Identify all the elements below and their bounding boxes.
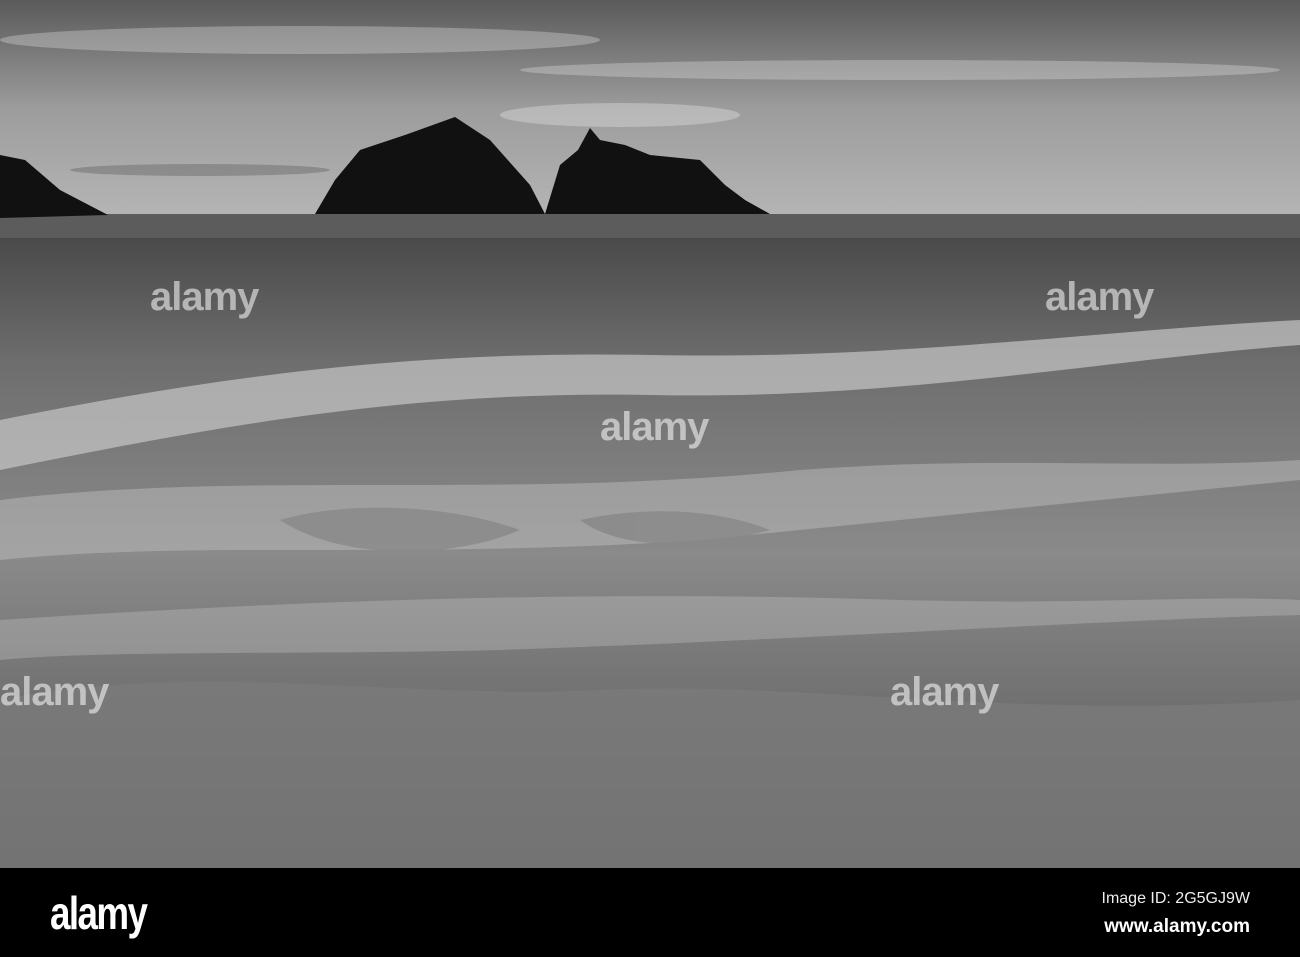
alamy-logo: alamy [50, 887, 148, 939]
image-id: Image ID: 2G5GJ9W [1101, 890, 1251, 907]
site-url: www.alamy.com [1104, 916, 1250, 937]
watermark-overlay: alamy [150, 275, 259, 319]
watermark-overlay: alamy [0, 670, 109, 714]
sea [0, 214, 1300, 238]
watermark-overlay: alamy [890, 670, 999, 714]
watermark-bar: alamy Image ID: 2G5GJ9W www.alamy.com [0, 868, 1300, 957]
watermark-overlay: alamy [600, 405, 709, 449]
watermark-overlay: alamy [1045, 275, 1154, 319]
